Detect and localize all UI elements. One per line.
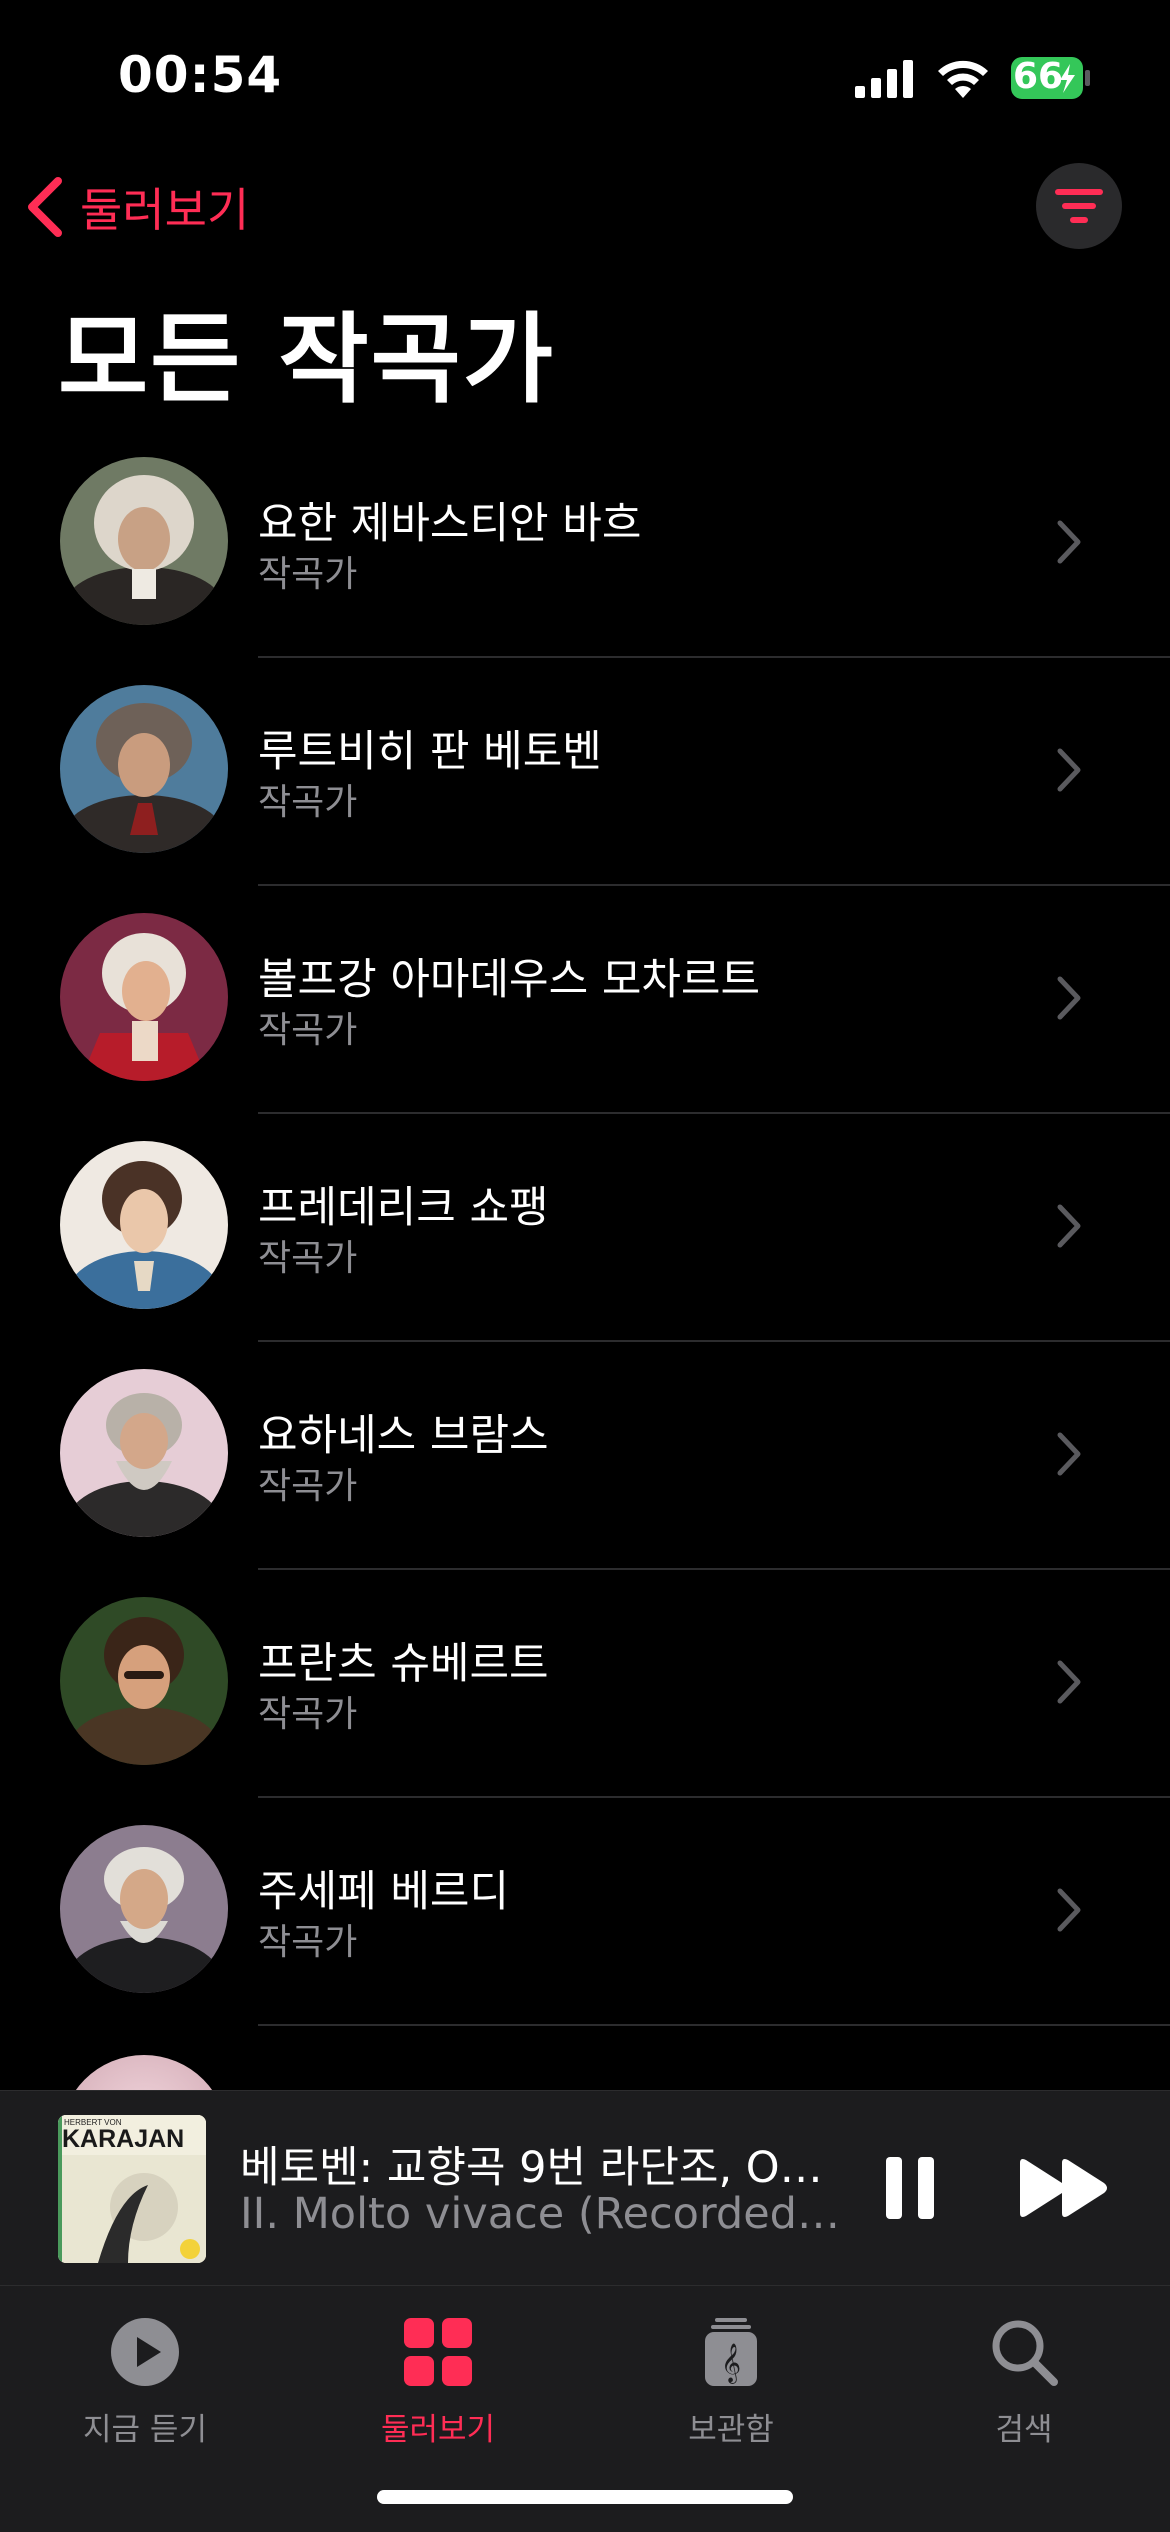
composer-row-mozart[interactable]: 볼프강 아마데우스 모차르트 작곡가 xyxy=(0,913,1170,1141)
page-title: 모든 작곡가 xyxy=(58,303,555,417)
composer-subtitle: 작곡가 xyxy=(258,1694,358,1735)
composer-subtitle: 작곡가 xyxy=(258,1010,358,1051)
tab-label: 둘러보기 xyxy=(380,2412,496,2448)
chevron-left-icon xyxy=(28,177,62,237)
composer-subtitle: 작곡가 xyxy=(258,1922,358,1963)
home-indicator xyxy=(377,2490,793,2504)
mini-player[interactable]: HERBERT VON KARAJAN 베토벤: 교향곡 9번 라단조, Op.… xyxy=(0,2090,1170,2285)
composer-row-chopin[interactable]: 프레데리크 쇼팽 작곡가 xyxy=(0,1141,1170,1369)
composer-list: 요한 제바스티안 바흐 작곡가 루트비히 판 베토벤 작곡가 볼프강 아마데우스… xyxy=(0,457,1170,2053)
tab-browse[interactable]: 둘러보기 xyxy=(338,2306,538,2448)
chevron-right-icon xyxy=(1057,520,1081,564)
composer-name: 볼프강 아마데우스 모차르트 xyxy=(258,955,761,1005)
chevron-right-icon xyxy=(1057,1888,1081,1932)
back-button[interactable]: 둘러보기 xyxy=(22,172,249,242)
composer-avatar xyxy=(60,1597,228,1765)
svg-text:𝄞: 𝄞 xyxy=(721,2343,741,2384)
chevron-right-icon xyxy=(1057,1660,1081,1704)
now-playing-subtitle: II. Molto vivace (Recorded 1... xyxy=(240,2189,840,2239)
composer-avatar xyxy=(60,913,228,1081)
chevron-right-icon xyxy=(1057,1432,1081,1476)
tab-search[interactable]: 검색 xyxy=(924,2306,1124,2448)
composer-row-bach[interactable]: 요한 제바스티안 바흐 작곡가 xyxy=(0,457,1170,685)
composer-subtitle: 작곡가 xyxy=(258,1466,358,1507)
tab-library[interactable]: 𝄞 보관함 xyxy=(631,2306,831,2448)
tab-label: 보관함 xyxy=(688,2412,774,2448)
skip-forward-button[interactable] xyxy=(1016,2157,1112,2219)
row-divider xyxy=(258,1112,1170,1114)
composer-avatar xyxy=(60,1369,228,1537)
chevron-right-icon xyxy=(1057,748,1081,792)
composer-name: 프란츠 슈베르트 xyxy=(258,1639,549,1689)
composer-name: 요하네스 브람스 xyxy=(258,1411,549,1461)
row-divider xyxy=(258,1796,1170,1798)
wifi-icon xyxy=(938,60,988,98)
status-time: 00:54 xyxy=(118,46,283,104)
composer-row-schubert[interactable]: 프란츠 슈베르트 작곡가 xyxy=(0,1597,1170,1825)
composer-row-beethoven[interactable]: 루트비히 판 베토벤 작곡가 xyxy=(0,685,1170,913)
pause-button[interactable] xyxy=(880,2153,940,2223)
sort-filter-button[interactable] xyxy=(1036,163,1122,249)
filter-icon xyxy=(1055,189,1103,223)
composer-avatar xyxy=(60,685,228,853)
battery-level: 66 xyxy=(1013,56,1064,97)
tab-listen-now[interactable]: 지금 듣기 xyxy=(45,2306,245,2448)
composer-row-verdi[interactable]: 주세페 베르디 작곡가 xyxy=(0,1825,1170,2053)
row-divider xyxy=(258,1340,1170,1342)
chevron-right-icon xyxy=(1057,976,1081,1020)
composer-avatar xyxy=(60,457,228,625)
grid-icon xyxy=(404,2318,472,2386)
back-button-label: 둘러보기 xyxy=(80,183,250,237)
status-bar: 00:54 66 xyxy=(0,0,1170,150)
row-divider xyxy=(258,884,1170,886)
row-divider xyxy=(258,1568,1170,1570)
composer-name: 루트비히 판 베토벤 xyxy=(258,727,602,777)
composer-avatar xyxy=(60,1825,228,1993)
play-circle-icon xyxy=(111,2318,179,2386)
composer-subtitle: 작곡가 xyxy=(258,554,358,595)
album-art: HERBERT VON KARAJAN xyxy=(58,2115,206,2263)
cellular-signal-icon xyxy=(855,60,913,98)
composer-name: 요한 제바스티안 바흐 xyxy=(258,499,642,549)
library-icon: 𝄞 xyxy=(705,2318,757,2386)
svg-text:KARAJAN: KARAJAN xyxy=(62,2125,184,2153)
composer-row-brahms[interactable]: 요하네스 브람스 작곡가 xyxy=(0,1369,1170,1597)
row-divider xyxy=(258,656,1170,658)
tab-label: 검색 xyxy=(995,2412,1053,2448)
chevron-right-icon xyxy=(1057,1204,1081,1248)
search-icon xyxy=(992,2320,1058,2386)
composer-name: 프레데리크 쇼팽 xyxy=(258,1183,549,1233)
now-playing-title: 베토벤: 교향곡 9번 라단조, Op.... xyxy=(240,2143,840,2193)
row-divider xyxy=(258,2024,1170,2026)
composer-name: 주세페 베르디 xyxy=(258,1867,510,1917)
composer-avatar xyxy=(60,1141,228,1309)
composer-subtitle: 작곡가 xyxy=(258,1238,358,1279)
tab-label: 지금 듣기 xyxy=(83,2412,207,2448)
composer-subtitle: 작곡가 xyxy=(258,782,358,823)
